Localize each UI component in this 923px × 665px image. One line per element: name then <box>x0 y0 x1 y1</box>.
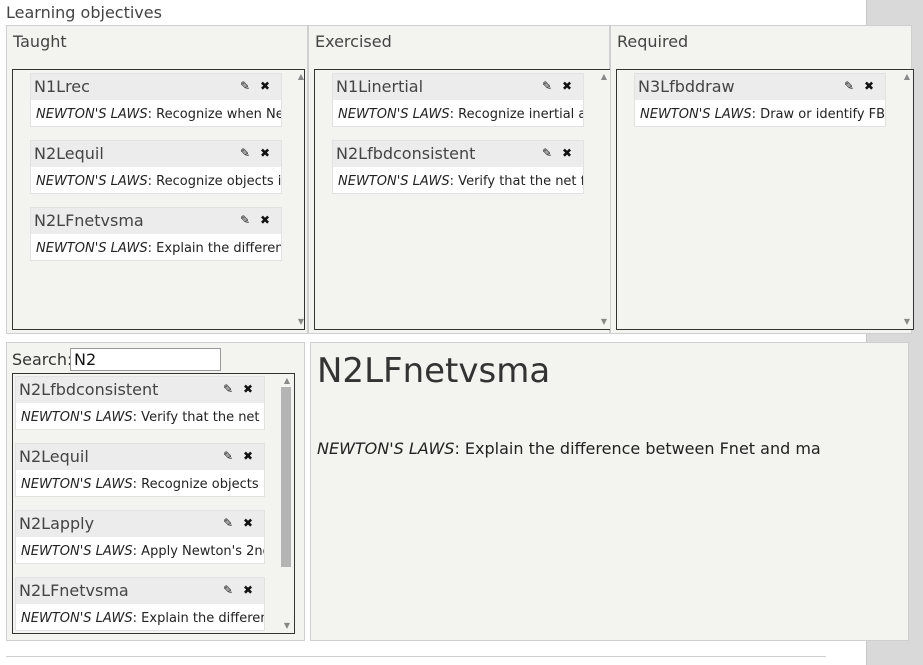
pencil-icon[interactable]: ✎ <box>540 146 554 160</box>
objective-card-n1linertial[interactable]: N1Linertial ✎ ✖ NEWTON'S LAWS: Recognize… <box>332 73 584 127</box>
detail-description: NEWTON'S LAWS: Explain the difference be… <box>317 439 821 458</box>
objective-description: NEWTON'S LAWS: Explain the difference b <box>36 241 281 256</box>
objective-name: N1Linertial <box>336 77 424 96</box>
objective-text: : Draw or identify FBD sho <box>751 107 885 122</box>
close-x-icon[interactable]: ✖ <box>258 146 272 160</box>
objective-name: N2Lequil <box>34 144 104 163</box>
scroll-up-arrow[interactable]: ▲ <box>599 72 609 82</box>
scroll-down-arrow[interactable]: ▼ <box>599 317 609 327</box>
search-label: Search: <box>12 350 73 369</box>
result-card-n2lfnetvsma[interactable]: N2LFnetvsma ✎ ✖ NEWTON'S LAWS: Explain t… <box>15 577 265 631</box>
taught-section: Taught N1Lrec ✎ ✖ NEWTON'S LAWS: Recogni… <box>6 25 308 334</box>
objective-description: NEWTON'S LAWS: Explain the difference b <box>21 611 264 626</box>
result-card-n2lequil[interactable]: N2Lequil ✎ ✖ NEWTON'S LAWS: Recognize ob… <box>15 443 265 497</box>
objective-name: N2LFnetvsma <box>34 211 144 230</box>
taught-list[interactable]: N1Lrec ✎ ✖ NEWTON'S LAWS: Recognize when… <box>12 69 305 330</box>
objective-category: NEWTON'S LAWS <box>36 241 148 256</box>
objective-description: NEWTON'S LAWS: Apply Newton's 2nd Law <box>21 544 264 559</box>
objective-text: : Apply Newton's 2nd Law <box>132 544 264 559</box>
objective-text: : Explain the difference b <box>132 611 264 626</box>
objective-description: NEWTON'S LAWS: Recognize when Newton <box>36 107 281 122</box>
page-title: Learning objectives <box>6 3 162 22</box>
objective-card-n2lfbdconsistent[interactable]: N2Lfbdconsistent ✎ ✖ NEWTON'S LAWS: Veri… <box>332 140 584 194</box>
objective-category: NEWTON'S LAWS <box>21 611 133 626</box>
objective-name: N2Lfbdconsistent <box>19 380 159 399</box>
detail-category: NEWTON'S LAWS <box>317 439 455 458</box>
objective-category: NEWTON'S LAWS <box>338 174 450 189</box>
objective-category: NEWTON'S LAWS <box>640 107 752 122</box>
objective-card-n1lrec[interactable]: N1Lrec ✎ ✖ NEWTON'S LAWS: Recognize when… <box>30 73 282 127</box>
search-input[interactable] <box>70 348 221 371</box>
objective-name: N2LFnetvsma <box>19 581 129 600</box>
objective-description: NEWTON'S LAWS: Verify that the net force <box>21 410 264 425</box>
pencil-icon[interactable]: ✎ <box>221 449 235 463</box>
divider <box>6 656 826 657</box>
objective-category: NEWTON'S LAWS <box>21 410 133 425</box>
search-results-list[interactable]: N2Lfbdconsistent ✎ ✖ NEWTON'S LAWS: Veri… <box>12 373 295 634</box>
objective-text: : Verify that the net force <box>132 410 264 425</box>
pencil-icon[interactable]: ✎ <box>238 146 252 160</box>
pencil-icon[interactable]: ✎ <box>221 382 235 396</box>
close-x-icon[interactable]: ✖ <box>258 79 272 93</box>
objective-description: NEWTON'S LAWS: Recognize inertial and n <box>338 107 583 122</box>
objective-category: NEWTON'S LAWS <box>36 174 148 189</box>
scroll-down-arrow[interactable]: ▼ <box>296 317 304 327</box>
objective-name: N2Lequil <box>19 447 89 466</box>
detail-title: N2LFnetvsma <box>317 351 551 391</box>
objective-text: : Recognize objects in eq <box>132 477 264 492</box>
required-list[interactable]: N3Lfbddraw ✎ ✖ NEWTON'S LAWS: Draw or id… <box>616 69 914 330</box>
objective-card-n2lequil[interactable]: N2Lequil ✎ ✖ NEWTON'S LAWS: Recognize ob… <box>30 140 282 194</box>
close-x-icon[interactable]: ✖ <box>560 79 574 93</box>
scroll-up-arrow[interactable]: ▲ <box>902 72 912 82</box>
detail-text: : Explain the difference between Fnet an… <box>454 439 821 458</box>
objective-category: NEWTON'S LAWS <box>338 107 450 122</box>
required-section: Required N3Lfbddraw ✎ ✖ NEWTON'S LAWS: D… <box>610 25 914 334</box>
exercised-section: Exercised N1Linertial ✎ ✖ NEWTON'S LAWS:… <box>308 25 611 334</box>
scroll-up-arrow[interactable]: ▲ <box>296 72 304 82</box>
close-x-icon[interactable]: ✖ <box>560 146 574 160</box>
close-x-icon[interactable]: ✖ <box>241 382 255 396</box>
exercised-list[interactable]: N1Linertial ✎ ✖ NEWTON'S LAWS: Recognize… <box>314 69 611 330</box>
exercised-title: Exercised <box>315 32 392 51</box>
objective-category: NEWTON'S LAWS <box>21 544 133 559</box>
objective-category: NEWTON'S LAWS <box>36 107 148 122</box>
pencil-icon[interactable]: ✎ <box>238 213 252 227</box>
close-x-icon[interactable]: ✖ <box>862 79 876 93</box>
objective-description: NEWTON'S LAWS: Verify that the net force <box>338 174 583 189</box>
objective-card-n2lfnetvsma[interactable]: N2LFnetvsma ✎ ✖ NEWTON'S LAWS: Explain t… <box>30 207 282 261</box>
taught-title: Taught <box>13 32 67 51</box>
objective-category: NEWTON'S LAWS <box>21 477 133 492</box>
objective-name: N3Lfbddraw <box>638 77 735 96</box>
scroll-down-arrow[interactable]: ▼ <box>902 317 912 327</box>
pencil-icon[interactable]: ✎ <box>842 79 856 93</box>
pencil-icon[interactable]: ✎ <box>238 79 252 93</box>
detail-panel: N2LFnetvsma NEWTON'S LAWS: Explain the d… <box>310 342 909 641</box>
pencil-icon[interactable]: ✎ <box>540 79 554 93</box>
scrollbar-thumb[interactable] <box>281 387 291 567</box>
objective-description: NEWTON'S LAWS: Recognize objects in eq <box>21 477 264 492</box>
scroll-up-arrow[interactable]: ▲ <box>282 376 292 386</box>
objective-text: : Recognize objects in equ <box>147 174 281 189</box>
objective-name: N2Lapply <box>19 514 95 533</box>
objective-description: NEWTON'S LAWS: Recognize objects in equ <box>36 174 281 189</box>
close-x-icon[interactable]: ✖ <box>241 516 255 530</box>
close-x-icon[interactable]: ✖ <box>241 449 255 463</box>
objective-description: NEWTON'S LAWS: Draw or identify FBD sho <box>640 107 885 122</box>
objective-name: N2Lfbdconsistent <box>336 144 476 163</box>
objective-text: : Explain the difference b <box>147 241 281 256</box>
objective-text: : Verify that the net force <box>449 174 583 189</box>
close-x-icon[interactable]: ✖ <box>241 583 255 597</box>
objective-name: N1Lrec <box>34 77 90 96</box>
pencil-icon[interactable]: ✎ <box>221 583 235 597</box>
objective-text: : Recognize when Newton <box>147 107 281 122</box>
close-x-icon[interactable]: ✖ <box>258 213 272 227</box>
scroll-down-arrow[interactable]: ▼ <box>282 621 292 631</box>
result-card-n2lapply[interactable]: N2Lapply ✎ ✖ NEWTON'S LAWS: Apply Newton… <box>15 510 265 564</box>
required-title: Required <box>617 32 689 51</box>
objective-text: : Recognize inertial and n <box>449 107 583 122</box>
objective-card-n3lfbddraw[interactable]: N3Lfbddraw ✎ ✖ NEWTON'S LAWS: Draw or id… <box>634 73 886 127</box>
pencil-icon[interactable]: ✎ <box>221 516 235 530</box>
result-card-n2lfbdconsistent[interactable]: N2Lfbdconsistent ✎ ✖ NEWTON'S LAWS: Veri… <box>15 376 265 430</box>
